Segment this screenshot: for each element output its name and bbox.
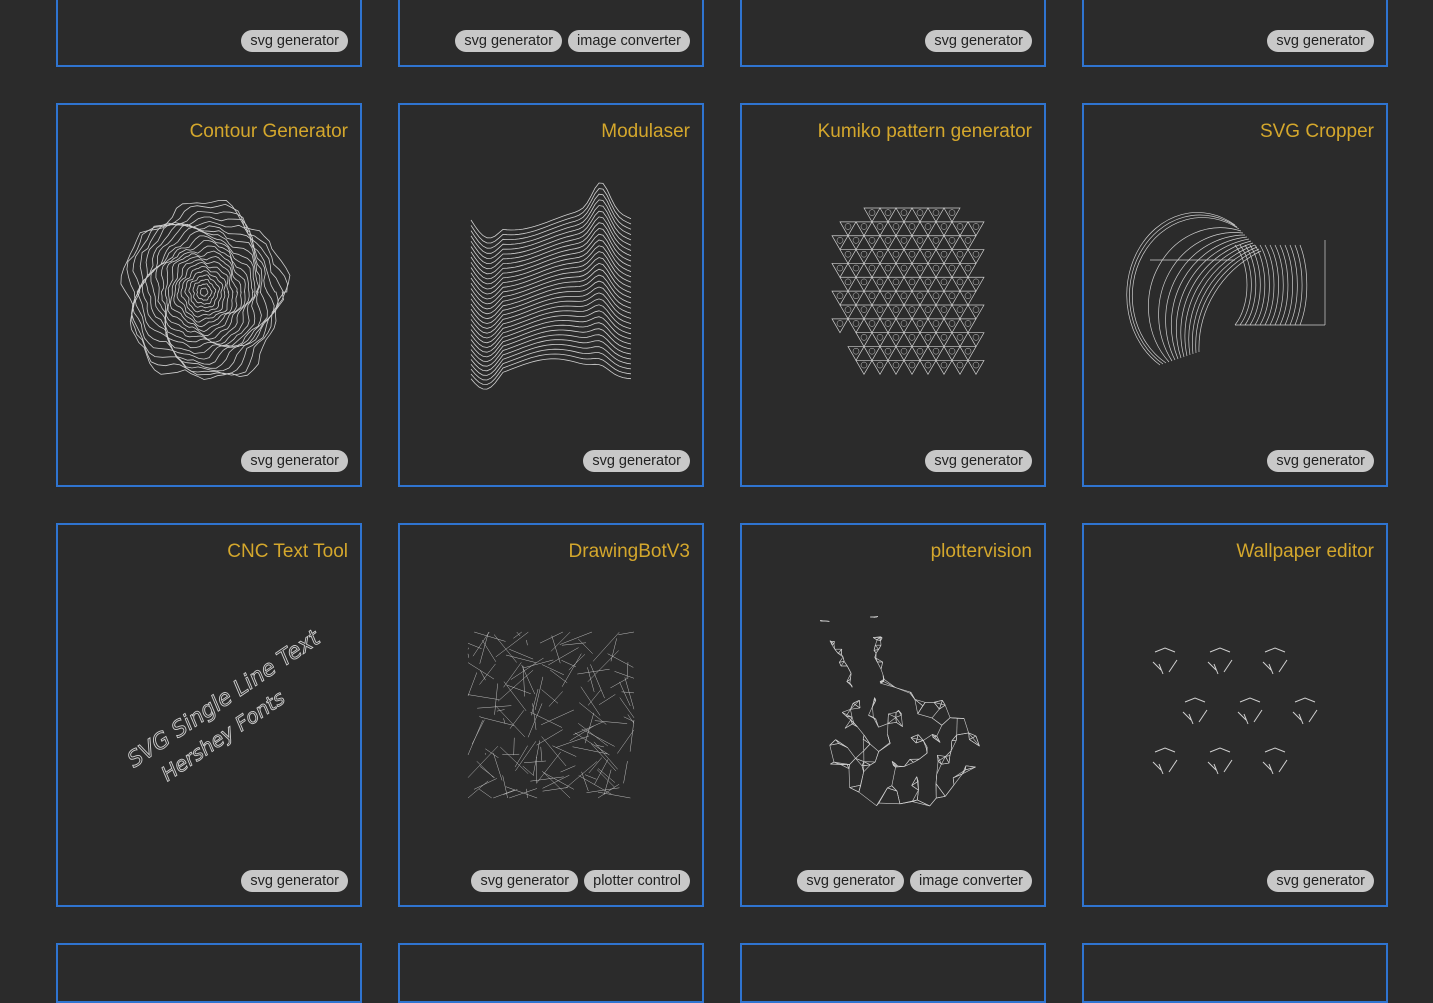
thumbnail[interactable]	[400, 185, 702, 405]
tag-list: svg generator	[1267, 450, 1374, 472]
cropped-arcs-icon	[1140, 215, 1330, 375]
tag-list: svg generator	[241, 870, 348, 892]
gallery-card[interactable]	[398, 943, 704, 1003]
tag-list: svg generator	[1267, 30, 1374, 52]
thumb-text-line-1: SVG Single Line Text	[123, 625, 326, 773]
tag-svg-generator[interactable]: svg generator	[925, 450, 1032, 472]
gallery-card[interactable]	[56, 943, 362, 1003]
wallpaper-pattern-icon	[1145, 640, 1325, 790]
tag-svg-generator[interactable]: svg generator	[1267, 30, 1374, 52]
tag-list: svg generator image converter	[455, 30, 690, 52]
tag-list: svg generator image converter	[797, 870, 1032, 892]
tag-svg-generator[interactable]: svg generator	[1267, 450, 1374, 472]
card-title[interactable]: Modulaser	[601, 121, 690, 143]
card-title[interactable]: Kumiko pattern generator	[818, 121, 1032, 143]
tag-list: svg generator	[925, 450, 1032, 472]
tag-svg-generator[interactable]: svg generator	[241, 30, 348, 52]
tag-list: svg generator	[583, 450, 690, 472]
card-wallpaper-editor[interactable]: Wallpaper editor svg generator	[1082, 523, 1388, 907]
wave-lines-icon	[466, 200, 636, 390]
card-title[interactable]: Contour Generator	[190, 121, 348, 143]
single-line-text-icon: SVG Single Line Text Hershey Fonts	[109, 625, 309, 805]
tag-svg-generator[interactable]: svg generator	[455, 30, 562, 52]
gallery-card[interactable]: svg generator image converter	[398, 0, 704, 67]
card-title[interactable]: CNC Text Tool	[227, 541, 348, 563]
tag-svg-generator[interactable]: svg generator	[241, 450, 348, 472]
card-title[interactable]: DrawingBotV3	[569, 541, 690, 563]
card-kumiko-pattern-generator[interactable]: Kumiko pattern generator svg generator	[740, 103, 1046, 487]
tag-svg-generator[interactable]: svg generator	[471, 870, 578, 892]
gallery-card[interactable]: svg generator	[56, 0, 362, 67]
thumbnail[interactable]	[1084, 185, 1386, 405]
tag-image-converter[interactable]: image converter	[910, 870, 1032, 892]
tag-svg-generator[interactable]: svg generator	[241, 870, 348, 892]
gallery-card[interactable]: svg generator	[1082, 0, 1388, 67]
gallery-card[interactable]: svg generator	[740, 0, 1046, 67]
thumbnail[interactable]	[742, 605, 1044, 825]
kumiko-lattice-icon	[818, 200, 968, 390]
thumbnail[interactable]	[1084, 605, 1386, 825]
tag-list: svg generator	[925, 30, 1032, 52]
tag-svg-generator[interactable]: svg generator	[797, 870, 904, 892]
card-title[interactable]: SVG Cropper	[1260, 121, 1374, 143]
tag-image-converter[interactable]: image converter	[568, 30, 690, 52]
tag-svg-generator[interactable]: svg generator	[925, 30, 1032, 52]
tag-svg-generator[interactable]: svg generator	[583, 450, 690, 472]
card-modulaser[interactable]: Modulaser svg generator	[398, 103, 704, 487]
thumbnail[interactable]	[58, 185, 360, 405]
thumbnail[interactable]: SVG Single Line Text Hershey Fonts	[58, 605, 360, 825]
tag-list: svg generator	[241, 30, 348, 52]
gallery-card[interactable]	[1082, 943, 1388, 1003]
tag-svg-generator[interactable]: svg generator	[1267, 870, 1374, 892]
card-plottervision[interactable]: plottervision svg generator image conver…	[740, 523, 1046, 907]
tag-list: svg generator	[241, 450, 348, 472]
tag-list: svg generator plotter control	[471, 870, 690, 892]
wireframe-bunny-icon	[798, 608, 988, 823]
card-drawingbotv3[interactable]: DrawingBotV3 svg generator plotter contr…	[398, 523, 704, 907]
card-title[interactable]: plottervision	[931, 541, 1032, 563]
thumbnail[interactable]	[742, 185, 1044, 405]
card-cnc-text-tool[interactable]: CNC Text Tool SVG Single Line Text Hersh…	[56, 523, 362, 907]
tag-plotter-control[interactable]: plotter control	[584, 870, 690, 892]
thumbnail[interactable]	[400, 605, 702, 825]
card-svg-cropper[interactable]: SVG Cropper svg generator	[1082, 103, 1388, 487]
tag-list: svg generator	[1267, 870, 1374, 892]
card-title[interactable]: Wallpaper editor	[1236, 541, 1374, 563]
gallery-card[interactable]	[740, 943, 1046, 1003]
sketch-portrait-icon	[458, 622, 644, 808]
card-contour-generator[interactable]: Contour Generator svg generator	[56, 103, 362, 487]
contour-rings-icon	[124, 200, 294, 390]
